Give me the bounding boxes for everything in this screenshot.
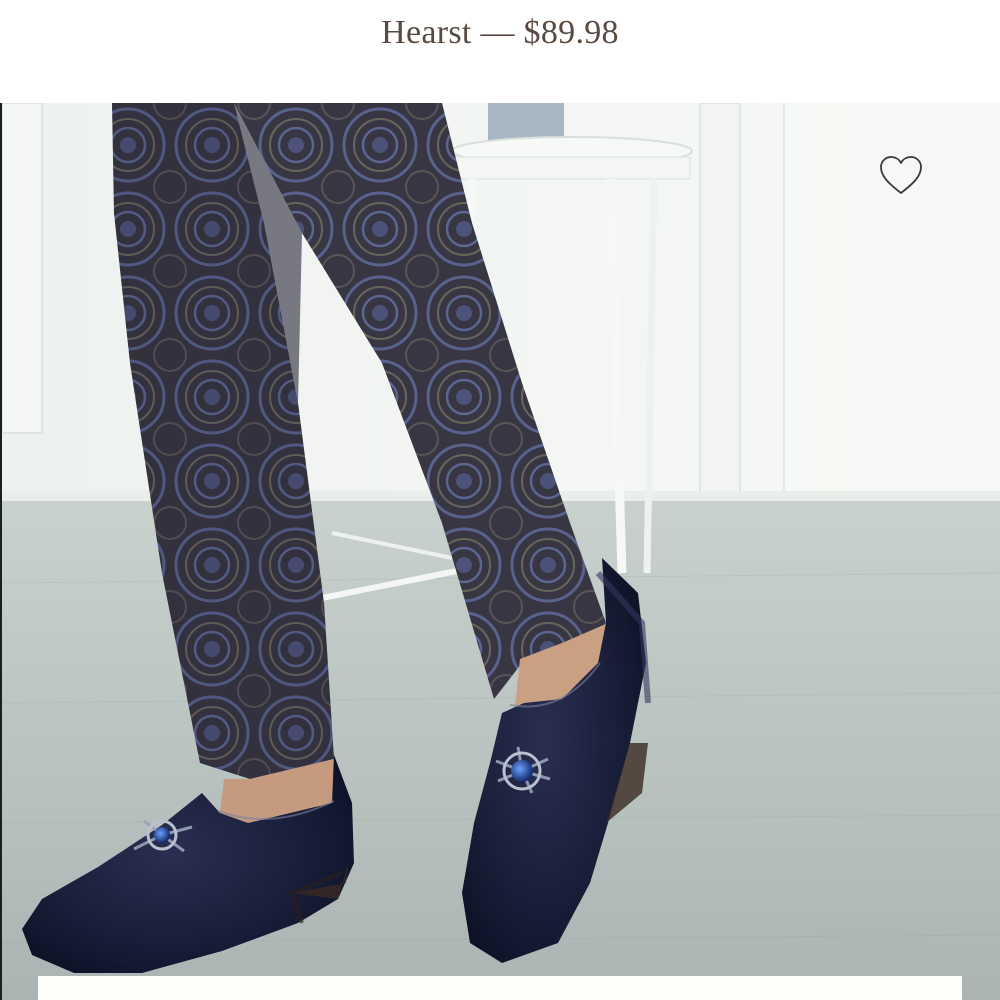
product-photo[interactable]	[2, 103, 1000, 1000]
heart-outline-icon	[878, 154, 924, 201]
product-title: Hearst — $89.98	[381, 14, 619, 51]
favorite-button[interactable]	[876, 154, 926, 200]
bottom-panel	[38, 976, 962, 1000]
product-photo-drawing	[2, 103, 1000, 1000]
product-header: Hearst — $89.98	[0, 0, 1000, 103]
